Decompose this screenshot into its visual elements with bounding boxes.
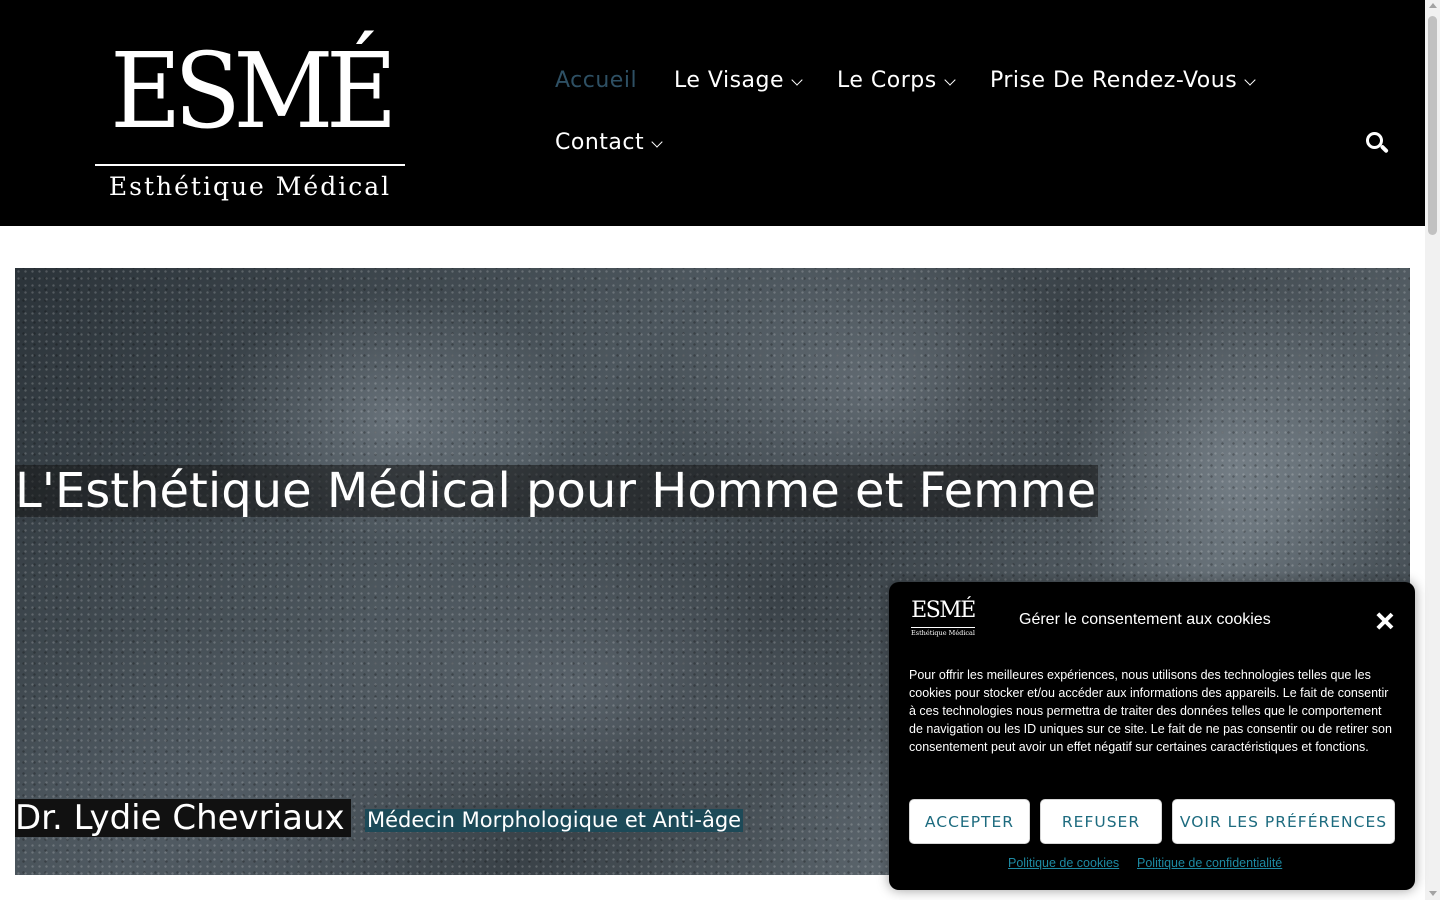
privacy-policy-link[interactable]: Politique de confidentialité <box>1137 856 1282 870</box>
hero-doctor-role: Médecin Morphologique et Anti-âge <box>365 808 744 832</box>
search-icon[interactable] <box>1366 132 1389 154</box>
chevron-down-icon <box>651 136 663 148</box>
chevron-down-icon <box>944 74 956 86</box>
nav-item-le-visage[interactable]: Le Visage <box>674 68 803 93</box>
view-preferences-button[interactable]: VOIR LES PRÉFÉRENCES <box>1172 799 1395 844</box>
nav-item-contact[interactable]: Contact <box>555 130 663 155</box>
chevron-down-icon <box>791 74 803 86</box>
nav-item-label: Contact <box>555 130 645 155</box>
logo-divider <box>95 164 405 166</box>
close-icon[interactable] <box>1376 612 1394 630</box>
refuse-button[interactable]: REFUSER <box>1040 799 1162 844</box>
scrollbar-thumb[interactable] <box>1428 16 1437 235</box>
cookie-title: Gérer le consentement aux cookies <box>1019 611 1271 628</box>
cookie-consent-dialog: ESMÉ Esthétique Médical Gérer le consent… <box>889 582 1415 890</box>
cookie-logo: ESMÉ Esthétique Médical <box>909 598 977 638</box>
nav-item-label: Prise De Rendez-Vous <box>990 68 1238 93</box>
cookie-logo-divider <box>911 627 975 628</box>
cookie-logo-tagline: Esthétique Médical <box>910 629 975 637</box>
page-scrollbar[interactable] <box>1425 0 1440 900</box>
nav-item-label: Le Visage <box>674 68 785 93</box>
cookie-policy-link[interactable]: Politique de cookies <box>1008 856 1119 870</box>
logo-wordmark: ESMÉ <box>110 30 397 152</box>
nav-item-le-corps[interactable]: Le Corps <box>837 68 956 93</box>
cookie-description: Pour offrir les meilleures expériences, … <box>909 668 1392 754</box>
site-header: ESMÉ Esthétique Médical Accueil Le Visag… <box>0 0 1425 226</box>
cookie-logo-wordmark: ESMÉ <box>911 598 976 623</box>
logo-tagline: Esthétique Médical <box>108 172 392 201</box>
nav-item-accueil[interactable]: Accueil <box>555 68 637 93</box>
accept-button[interactable]: ACCEPTER <box>909 799 1030 844</box>
nav-item-prise-de-rendez-vous[interactable]: Prise De Rendez-Vous <box>990 68 1256 93</box>
scroll-up-arrow-icon[interactable] <box>1428 3 1437 8</box>
scroll-down-arrow-icon[interactable] <box>1428 891 1437 896</box>
site-logo[interactable]: ESMÉ Esthétique Médical <box>95 24 405 209</box>
hero-doctor-name: Dr. Lydie Chevriaux <box>15 799 351 837</box>
nav-item-label: Accueil <box>555 68 638 93</box>
hero-title: L'Esthétique Médical pour Homme et Femme <box>15 463 1099 519</box>
nav-item-label: Le Corps <box>837 68 937 93</box>
chevron-down-icon <box>1244 74 1256 86</box>
